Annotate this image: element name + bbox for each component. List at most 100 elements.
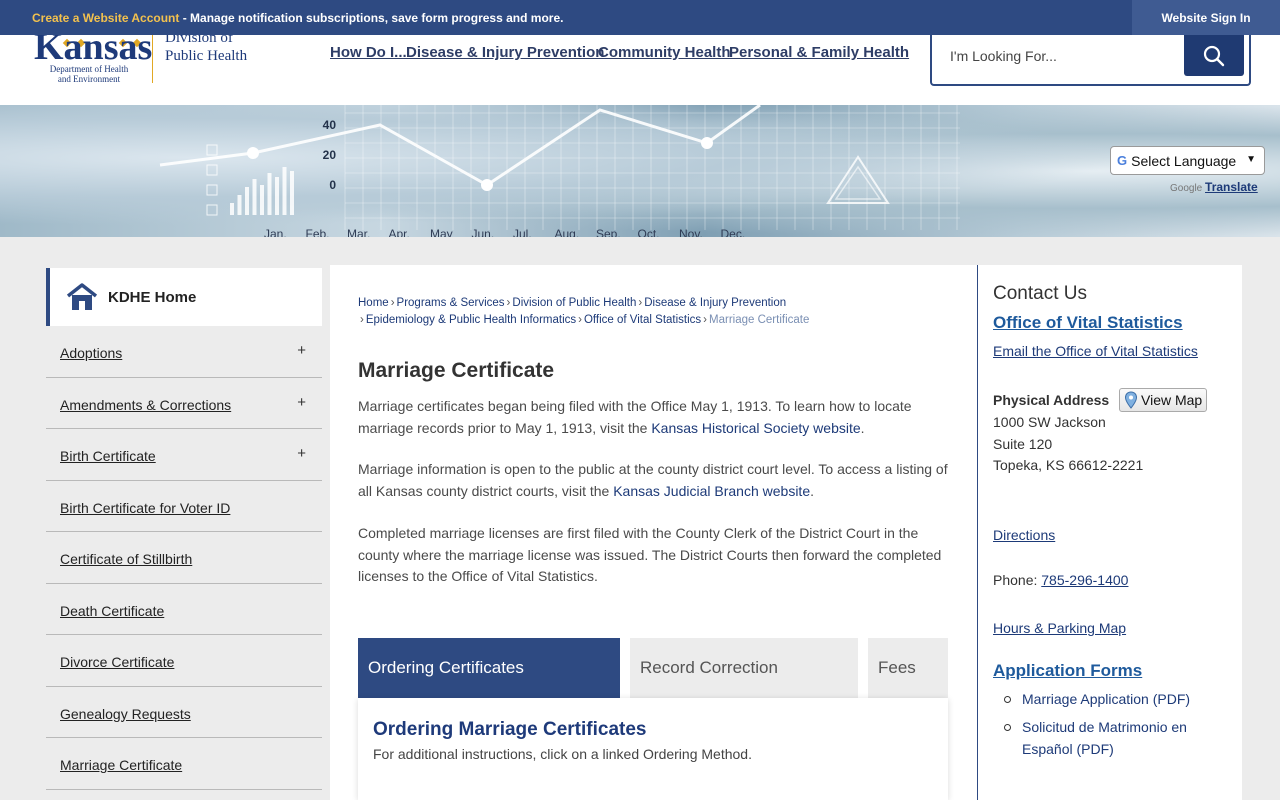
sidebar-item[interactable]: Birth Certificate + bbox=[46, 429, 322, 481]
banner-point bbox=[701, 137, 713, 149]
banner-point bbox=[247, 147, 259, 159]
translate-link[interactable]: Translate bbox=[1205, 180, 1258, 194]
nav-disease-injury-prevention[interactable]: Disease & Injury Prevention bbox=[406, 44, 604, 61]
office-link[interactable]: Office of Vital Statistics bbox=[993, 313, 1183, 333]
sidebar-item[interactable]: Marriage Certificate bbox=[46, 738, 322, 790]
breadcrumb-link[interactable]: Home bbox=[358, 297, 389, 309]
kdhe-logo[interactable]: Kansas Department of Health and Environme… bbox=[34, 35, 264, 105]
map-pin-icon bbox=[1124, 391, 1138, 409]
view-map-button[interactable]: View Map bbox=[1119, 388, 1207, 412]
marriage-application-link[interactable]: Marriage Application (PDF) bbox=[1022, 691, 1190, 707]
sidebar-item-label[interactable]: Marriage Certificate bbox=[60, 757, 182, 773]
sidebar-item[interactable]: Genealogy Requests bbox=[46, 687, 322, 738]
sidebar-item-label[interactable]: Birth Certificate bbox=[60, 448, 156, 464]
page-title: Marriage Certificate bbox=[358, 359, 555, 382]
breadcrumb-link[interactable]: Epidemiology & Public Health Informatics bbox=[366, 314, 576, 326]
site-header: Kansas Department of Health and Environme… bbox=[0, 35, 1280, 105]
language-select[interactable]: G Select Language ▼ bbox=[1110, 146, 1265, 175]
sidebar-home[interactable]: KDHE Home bbox=[46, 268, 322, 326]
nav-personal-family-health[interactable]: Personal & Family Health bbox=[729, 44, 909, 61]
banner-bar bbox=[260, 185, 264, 215]
banner-month-label: Aug. bbox=[555, 227, 580, 237]
tab-bar: Ordering Certificates Record Correction … bbox=[358, 638, 948, 698]
banner-month-label: Feb. bbox=[306, 227, 330, 237]
search-icon bbox=[1203, 45, 1225, 66]
breadcrumb-link[interactable]: Programs & Services bbox=[397, 297, 505, 309]
hero-banner: 40 20 0 Jan. Feb. Mar. Apr. May Jun. Jul. Aug. Sep.… bbox=[0, 105, 1280, 237]
solicitud-matrimonio-link[interactable]: Solicitud de Matrimonio en Español (PDF) bbox=[1022, 719, 1187, 757]
main-content: Home › Programs & Services › Division of Pub… bbox=[330, 265, 977, 800]
view-map-label: View Map bbox=[1141, 392, 1203, 408]
language-select-label: Select Language bbox=[1131, 152, 1237, 169]
top-bar: Create a Website Account - Manage notifi… bbox=[0, 0, 1280, 35]
expand-plus-icon[interactable]: + bbox=[297, 394, 306, 411]
sidebar-item[interactable]: Adoptions + bbox=[46, 326, 322, 378]
banner-month-label: Dec. bbox=[721, 227, 746, 237]
paragraph-history: Marriage certificates began being filed … bbox=[358, 396, 953, 439]
judicial-branch-link[interactable]: Kansas Judicial Branch website bbox=[613, 483, 810, 499]
search-button[interactable] bbox=[1184, 35, 1244, 76]
phone-row: Phone: 785-296-1400 bbox=[993, 570, 1128, 592]
breadcrumb-separator: › bbox=[578, 314, 582, 326]
breadcrumb-separator: › bbox=[506, 297, 511, 309]
expand-plus-icon[interactable]: + bbox=[297, 445, 306, 462]
sidebar-item-label[interactable]: Divorce Certificate bbox=[60, 654, 174, 670]
sidebar-item[interactable]: Amendments & Corrections + bbox=[46, 378, 322, 429]
breadcrumb-separator: › bbox=[360, 314, 364, 326]
email-office-link[interactable]: Email the Office of Vital Statistics bbox=[993, 343, 1198, 359]
phone-link[interactable]: 785-296-1400 bbox=[1041, 572, 1128, 588]
banner-tick-label: 20 bbox=[323, 148, 337, 162]
expand-plus-icon[interactable]: + bbox=[297, 342, 306, 359]
application-forms-list: Marriage Application (PDF) Solicitud de … bbox=[993, 688, 1223, 766]
hours-parking-link[interactable]: Hours & Parking Map bbox=[993, 620, 1126, 636]
nav-community-health[interactable]: Community Health bbox=[598, 44, 731, 61]
tab-fees[interactable]: Fees bbox=[868, 638, 948, 698]
create-account-link[interactable]: Create a Website Account bbox=[32, 11, 179, 25]
tab-record-correction[interactable]: Record Correction bbox=[630, 638, 858, 698]
banner-triangle bbox=[834, 165, 882, 200]
sidebar-item-label[interactable]: Genealogy Requests bbox=[60, 706, 191, 722]
account-message: Create a Website Account - Manage notifi… bbox=[32, 11, 563, 25]
sign-in-button[interactable]: Website Sign In bbox=[1132, 0, 1280, 35]
google-translate-icon: G bbox=[1117, 153, 1128, 168]
sidebar-item-label[interactable]: Certificate of Stillbirth bbox=[60, 551, 192, 567]
banner-month-label: Mar. bbox=[347, 227, 370, 237]
sidebar: KDHE Home Adoptions + Amendments & Correct… bbox=[46, 268, 322, 790]
nav-how-do-i[interactable]: How Do I... bbox=[330, 44, 407, 61]
breadcrumb-link[interactable]: Division of Public Health bbox=[512, 297, 636, 309]
sidebar-item[interactable]: Birth Certificate for Voter ID bbox=[46, 481, 322, 532]
directions-link[interactable]: Directions bbox=[993, 527, 1055, 543]
historical-society-link[interactable]: Kansas Historical Society website bbox=[651, 420, 860, 436]
sidebar-item-label[interactable]: Adoptions bbox=[60, 345, 122, 361]
sidebar-item[interactable]: Divorce Certificate bbox=[46, 635, 322, 687]
sidebar-item-label[interactable]: Amendments & Corrections bbox=[60, 397, 231, 413]
sidebar-item[interactable]: Certificate of Stillbirth bbox=[46, 532, 322, 584]
tab-ordering-certificates[interactable]: Ordering Certificates bbox=[358, 638, 620, 698]
banner-checkbox bbox=[206, 204, 218, 216]
paragraph-licenses: Completed marriage licenses are first fi… bbox=[358, 525, 942, 584]
banner-month-label: Nov. bbox=[679, 227, 703, 237]
banner-month-label: Oct. bbox=[638, 227, 660, 237]
chevron-down-icon: ▼ bbox=[1246, 154, 1256, 165]
banner-month-label: May bbox=[430, 227, 453, 237]
logo-division-line-2: Public Health bbox=[165, 48, 248, 64]
banner-month-label: Sep. bbox=[596, 227, 621, 237]
sidebar-item[interactable]: Death Certificate bbox=[46, 584, 322, 635]
list-item: Marriage Application (PDF) bbox=[993, 688, 1223, 710]
breadcrumb-link[interactable]: Marriage Certificate bbox=[709, 314, 809, 326]
banner-tick-label: 40 bbox=[323, 118, 337, 132]
breadcrumb-separator: › bbox=[638, 297, 643, 309]
site-search bbox=[930, 35, 1251, 86]
banner-bar bbox=[230, 203, 234, 215]
breadcrumb-link[interactable]: Disease & Injury Prevention bbox=[644, 297, 786, 309]
application-forms-heading[interactable]: Application Forms bbox=[993, 661, 1142, 681]
sidebar-item-label[interactable]: Birth Certificate for Voter ID bbox=[60, 500, 230, 516]
sidebar-item-label[interactable]: Death Certificate bbox=[60, 603, 164, 619]
banner-month-label: Apr. bbox=[389, 227, 410, 237]
breadcrumb-separator: › bbox=[703, 314, 708, 326]
banner-month-label: Jan. bbox=[264, 227, 287, 237]
powered-by-google: Google Translate bbox=[1170, 180, 1258, 194]
breadcrumb-link[interactable]: Office of Vital Statistics bbox=[584, 314, 701, 326]
banner-triangle bbox=[826, 155, 890, 204]
search-input[interactable] bbox=[950, 43, 1180, 69]
